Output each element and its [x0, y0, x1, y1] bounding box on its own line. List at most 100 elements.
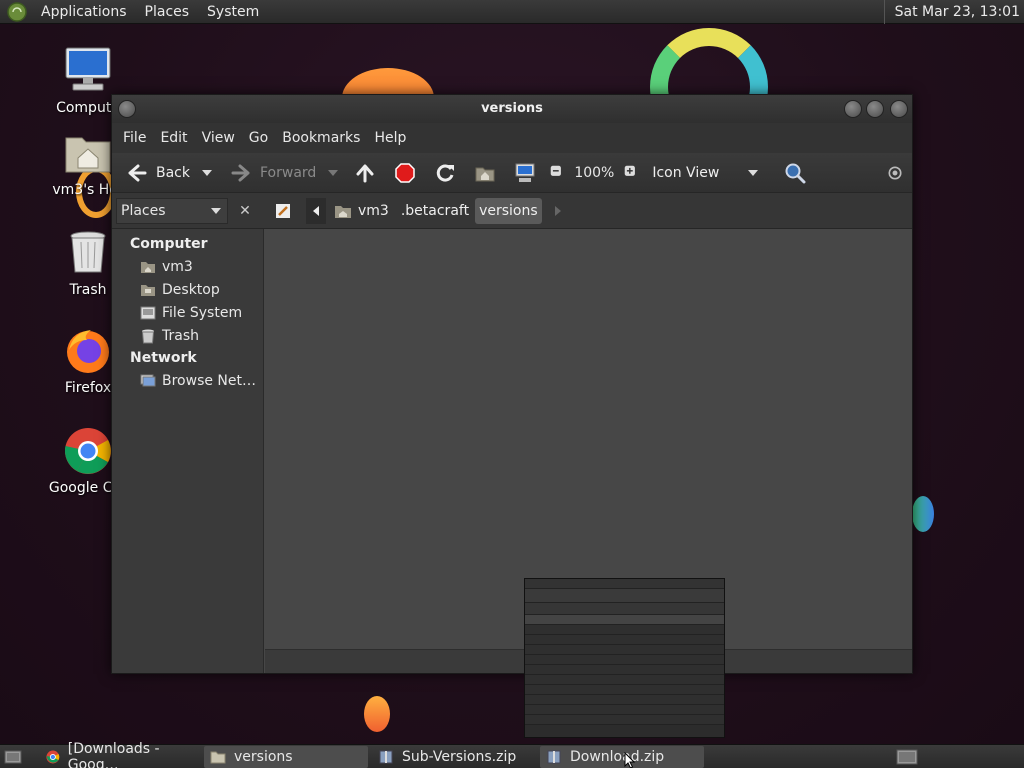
search-button[interactable]	[780, 158, 810, 188]
home-folder-icon	[63, 128, 113, 178]
applications-menu[interactable]: Applications	[32, 0, 136, 24]
computer-icon	[63, 46, 113, 96]
home-folder-icon	[475, 167, 495, 181]
zoom-in-icon	[625, 165, 636, 176]
menu-bookmarks[interactable]: Bookmarks	[275, 130, 367, 146]
preview-row	[525, 685, 724, 695]
up-button[interactable]	[350, 158, 380, 188]
window-preview-thumbnail[interactable]	[524, 578, 725, 738]
home-folder-icon	[335, 205, 351, 218]
breadcrumb-versions[interactable]: versions	[475, 197, 542, 224]
chevron-left-icon	[313, 205, 319, 216]
distro-logo-icon[interactable]	[6, 1, 28, 23]
top-panel: Applications Places System Sat Mar 23, 1…	[0, 0, 1024, 24]
toggle-location-entry-button[interactable]	[270, 198, 296, 224]
workspace-switcher[interactable]	[896, 746, 920, 768]
preview-row	[525, 695, 724, 705]
activity-spinner	[882, 158, 908, 188]
edit-icon	[276, 203, 290, 218]
taskbar-item-download-zip[interactable]: Download.zip	[540, 745, 704, 768]
breadcrumb-right-button[interactable]	[548, 198, 568, 224]
sidebar-item-file-system[interactable]: File System	[112, 301, 263, 324]
search-icon	[785, 163, 806, 183]
archive-icon	[547, 750, 561, 763]
sidebar-item-trash[interactable]: Trash	[112, 324, 263, 347]
sidebar-item-desktop[interactable]: Desktop	[112, 278, 263, 301]
trash-icon	[63, 228, 113, 278]
show-desktop-button[interactable]	[0, 746, 26, 768]
toolbar: Back Forward 100% Icon View	[112, 153, 912, 193]
home-button[interactable]	[470, 158, 500, 188]
preview-row	[525, 625, 724, 635]
taskbar-item-chrome[interactable]: [Downloads - Goog…	[40, 741, 200, 768]
back-button[interactable]: Back	[122, 158, 194, 188]
content-area: Computer vm3 Desktop File System Trash N…	[112, 229, 912, 673]
location-bar: Places ✕ vm3 .betacraft versions	[112, 193, 912, 229]
system-menu[interactable]: System	[198, 0, 268, 24]
preview-row	[525, 635, 724, 645]
bottom-panel: [Downloads - Goog… versions Sub-Versions…	[0, 741, 1024, 768]
reload-icon	[437, 164, 455, 182]
chrome-icon	[46, 750, 60, 763]
forward-history-dropdown[interactable]	[320, 158, 346, 188]
places-menu[interactable]: Places	[136, 0, 199, 24]
menu-edit[interactable]: Edit	[153, 130, 194, 146]
desktop-folder-icon	[141, 284, 155, 296]
sidebar-heading-computer: Computer	[130, 236, 208, 252]
stop-button[interactable]	[390, 158, 420, 188]
sidebar-item-browse-network[interactable]: Browse Net…	[112, 369, 263, 392]
chevron-down-icon	[211, 207, 221, 214]
back-history-dropdown[interactable]	[194, 158, 220, 188]
folder-icon	[210, 751, 226, 763]
breadcrumb-vm3[interactable]: vm3	[330, 198, 393, 224]
places-sidebar: Computer vm3 Desktop File System Trash N…	[112, 229, 264, 673]
preview-toolbar	[525, 589, 724, 603]
sidebar-item-vm3[interactable]: vm3	[112, 255, 263, 278]
preview-row	[525, 645, 724, 655]
sidebar-type-select[interactable]: Places	[116, 197, 228, 224]
view-mode-select[interactable]: Icon View	[648, 158, 762, 188]
zoom-level[interactable]: 100%	[574, 165, 614, 181]
menu-help[interactable]: Help	[367, 130, 413, 146]
zoom-in-button[interactable]	[620, 158, 644, 188]
preview-header-row	[525, 615, 724, 625]
show-desktop-icon	[4, 750, 22, 763]
breadcrumb-left-button[interactable]	[306, 197, 326, 224]
forward-arrow-icon	[231, 164, 250, 181]
maximize-button[interactable]	[866, 100, 884, 118]
close-sidebar-button[interactable]: ✕	[234, 200, 256, 222]
firefox-icon	[63, 326, 113, 376]
clock[interactable]: Sat Mar 23, 13:01	[883, 0, 1020, 24]
menu-view[interactable]: View	[195, 130, 242, 146]
minimize-button[interactable]	[844, 100, 862, 118]
menubar: File Edit View Go Bookmarks Help	[112, 123, 912, 153]
window-titlebar[interactable]: versions	[112, 95, 912, 123]
reload-button[interactable]	[430, 158, 460, 188]
workspace-icon	[896, 749, 918, 764]
computer-button[interactable]	[510, 158, 540, 188]
chevron-right-icon	[554, 205, 561, 216]
window-title: versions	[481, 101, 543, 116]
teal-blob-decoration	[912, 496, 934, 532]
window-menu-button[interactable]	[118, 100, 136, 118]
chrome-icon	[63, 426, 113, 476]
taskbar-item-sub-versions-zip[interactable]: Sub-Versions.zip	[372, 746, 536, 768]
taskbar-item-versions[interactable]: versions	[204, 745, 368, 768]
forward-button[interactable]: Forward	[226, 158, 320, 188]
drive-icon	[140, 306, 156, 319]
zoom-out-icon	[551, 165, 562, 176]
menu-go[interactable]: Go	[242, 130, 275, 146]
sidebar-heading-network: Network	[130, 350, 197, 366]
preview-row	[525, 715, 724, 725]
zoom-out-button[interactable]	[546, 158, 570, 188]
menu-file[interactable]: File	[116, 130, 153, 146]
preview-row	[525, 665, 724, 675]
chevron-down-icon	[202, 169, 212, 176]
back-arrow-icon	[128, 164, 147, 181]
network-icon	[140, 374, 156, 386]
chevron-down-icon	[328, 169, 339, 176]
close-button[interactable]	[890, 100, 908, 118]
mouse-cursor-icon	[624, 752, 636, 768]
breadcrumb-betacraft[interactable]: .betacraft	[397, 198, 473, 224]
computer-icon	[515, 163, 535, 182]
